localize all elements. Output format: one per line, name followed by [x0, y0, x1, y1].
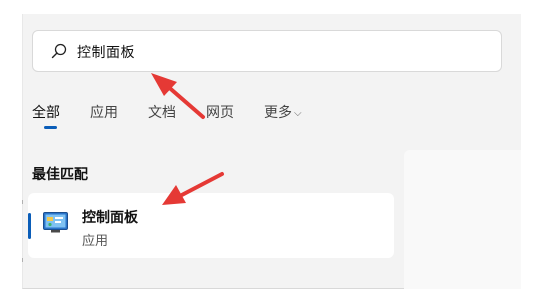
result-name: 控制面板 — [82, 210, 138, 226]
search-input[interactable]: 控制面板 — [32, 30, 502, 72]
search-query: 控制面板 — [77, 45, 135, 61]
result-type: 应用 — [82, 234, 109, 249]
best-match-heading: 最佳匹配 — [32, 167, 88, 183]
edge-mark — [22, 258, 23, 262]
tab-documents[interactable]: 文档 — [148, 102, 176, 122]
selection-indicator — [28, 213, 31, 239]
best-match-result[interactable]: 控制面板 应用 — [28, 193, 394, 258]
edge-mark — [22, 200, 23, 204]
tab-more[interactable]: 更多 ⌵ — [264, 102, 302, 122]
active-tab-indicator — [44, 126, 57, 129]
tab-web[interactable]: 网页 — [206, 102, 234, 122]
preview-pane — [404, 150, 521, 289]
chevron-down-icon: ⌵ — [294, 108, 302, 119]
control-panel-icon — [43, 212, 68, 233]
tab-apps[interactable]: 应用 — [90, 102, 118, 122]
tab-more-label: 更多 — [264, 105, 292, 121]
tab-all[interactable]: 全部 — [32, 102, 60, 122]
search-icon — [51, 43, 67, 59]
